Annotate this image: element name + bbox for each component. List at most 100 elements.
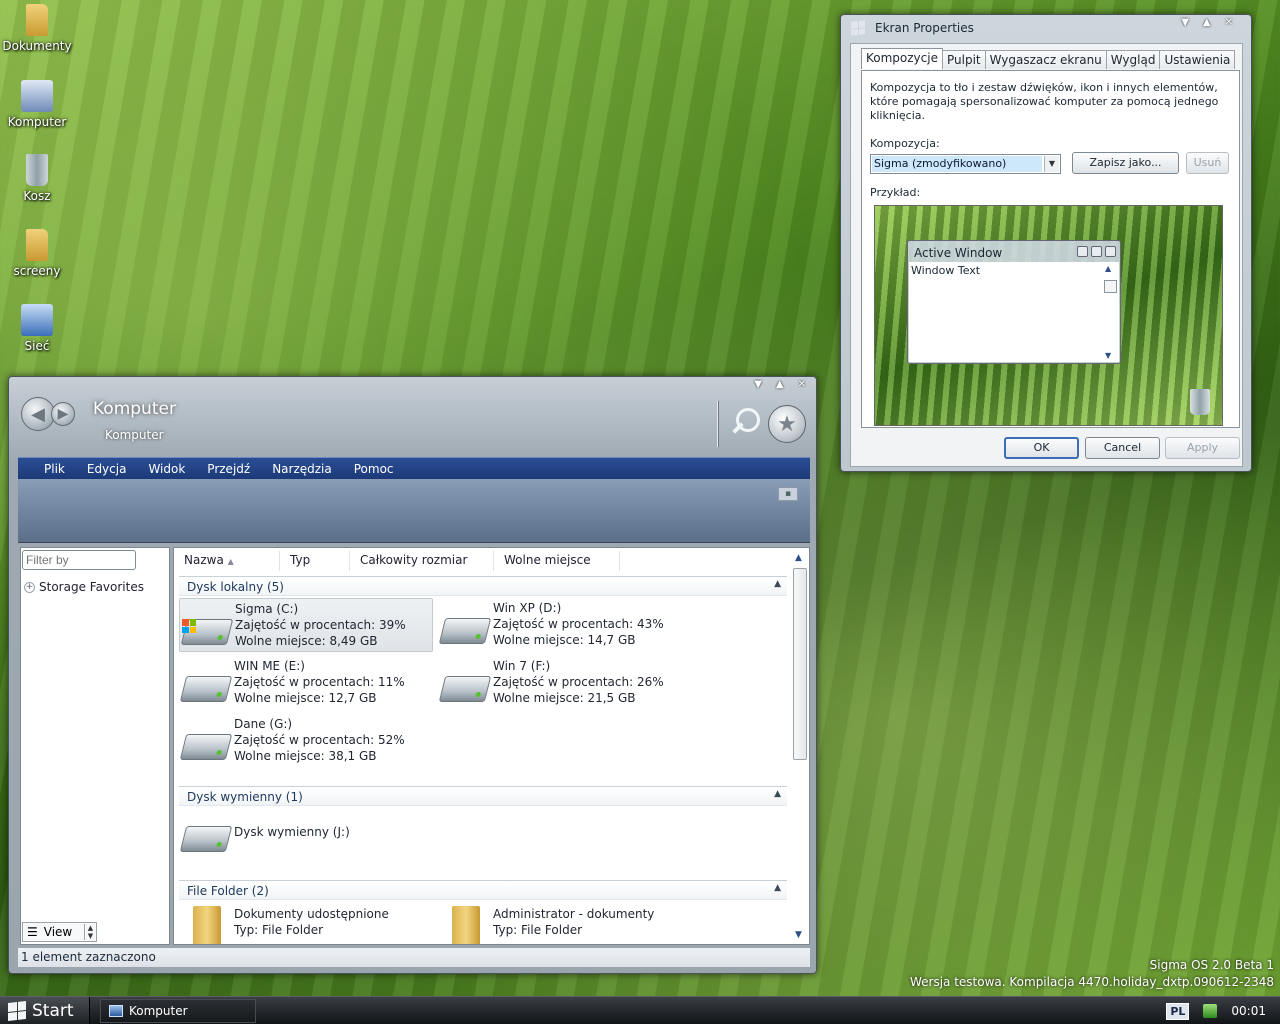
folder-name: Administrator - dokumenty xyxy=(493,907,655,921)
drive-item-c[interactable]: Sigma (C:) Zajętość w procentach: 39% Wo… xyxy=(179,598,433,652)
scroll-thumb[interactable] xyxy=(793,568,807,760)
desktop-icon-komputer[interactable]: Komputer xyxy=(2,80,72,129)
tab-pulpit[interactable]: Pulpit xyxy=(941,50,986,69)
collapse-icon[interactable]: ▲ xyxy=(774,883,781,893)
column-rozmiar[interactable]: Całkowity rozmiar xyxy=(350,551,494,571)
hard-drive-icon xyxy=(438,618,492,644)
folder-icon xyxy=(452,906,480,944)
folder-type: Typ: File Folder xyxy=(234,923,324,937)
system-tray: PL 00:01 xyxy=(1166,997,1280,1024)
menu-plik[interactable]: Plik xyxy=(33,462,76,476)
scroll-up-icon[interactable]: ▲ xyxy=(795,553,802,563)
view-list-icon: ☰ xyxy=(27,925,38,939)
menu-edycja[interactable]: Edycja xyxy=(76,462,138,476)
drive-free: Wolne miejsce: 14,7 GB xyxy=(493,633,636,647)
address-breadcrumb[interactable]: Komputer xyxy=(105,428,164,442)
column-wolne[interactable]: Wolne miejsce xyxy=(494,551,620,571)
scroll-down-icon[interactable]: ▼ xyxy=(795,930,802,940)
computer-icon xyxy=(21,80,53,112)
group-header-folders[interactable]: File Folder (2) ▲ xyxy=(179,880,787,900)
explorer-window[interactable]: ▼ ▲ ✕ ◀ ▶ Komputer Komputer ★ Plik Edycj… xyxy=(8,376,817,974)
vertical-scrollbar[interactable]: ▲ ▼ xyxy=(791,548,809,944)
hard-drive-icon xyxy=(179,676,233,702)
filter-input[interactable] xyxy=(22,550,136,570)
theme-select-value: Sigma (zmodyfikowano) xyxy=(872,156,1042,172)
dialog-body: Kompozycje Pulpit Wygaszacz ekranu Wyglą… xyxy=(850,43,1243,467)
status-bar: 1 element zaznaczono xyxy=(18,947,810,967)
folder-item-admin[interactable]: Administrator - dokumenty Typ: File Fold… xyxy=(438,904,692,944)
view-button[interactable]: ☰ View ▲ ▼ xyxy=(22,922,97,942)
apply-button[interactable]: Apply xyxy=(1165,437,1240,459)
search-icon[interactable] xyxy=(728,406,760,442)
star-icon: ★ xyxy=(777,411,797,437)
close-button[interactable]: ✕ xyxy=(1225,17,1233,28)
group-header-removable[interactable]: Dysk wymienny (1) ▲ xyxy=(179,786,787,806)
maximize-button[interactable]: ▲ xyxy=(776,379,784,390)
column-nazwa[interactable]: Nazwa ▲ xyxy=(174,551,280,571)
drive-name: Dysk wymienny (J:) xyxy=(234,825,350,839)
expand-icon[interactable]: + xyxy=(24,581,35,593)
drive-item-g[interactable]: Dane (G:) Zajętość w procentach: 52% Wol… xyxy=(179,714,433,768)
group-header-local[interactable]: Dysk lokalny (5) ▲ xyxy=(179,576,787,596)
tab-wygaszacz[interactable]: Wygaszacz ekranu xyxy=(984,50,1107,69)
save-as-button[interactable]: Zapisz jako... xyxy=(1072,152,1179,174)
ok-button[interactable]: OK xyxy=(1004,437,1079,459)
minimize-button[interactable]: ▼ xyxy=(1181,17,1189,28)
desktop-icon-dokumenty[interactable]: Dokumenty xyxy=(2,4,72,53)
window-controls: ▼ ▲ ✕ xyxy=(754,379,806,390)
display-properties-dialog[interactable]: Ekran Properties ▼ ▲ ✕ Kompozycje Pulpit… xyxy=(840,14,1252,472)
file-list: Nazwa ▲ Typ Całkowity rozmiar Wolne miej… xyxy=(173,547,810,945)
drive-item-e[interactable]: WIN ME (E:) Zajętość w procentach: 11% W… xyxy=(179,656,433,710)
forward-button[interactable]: ▶ xyxy=(51,402,75,426)
close-button[interactable]: ✕ xyxy=(798,379,806,390)
column-headers: Nazwa ▲ Typ Całkowity rozmiar Wolne miej… xyxy=(174,551,620,571)
cancel-button[interactable]: Cancel xyxy=(1085,437,1160,459)
tab-wyglad[interactable]: Wygląd xyxy=(1105,50,1161,69)
folder-item-shared[interactable]: Dokumenty udostępnione Typ: File Folder xyxy=(179,904,433,944)
forward-arrow-icon: ▶ xyxy=(57,406,69,422)
menu-przejdz[interactable]: Przejdź xyxy=(196,462,261,476)
desktop-icon-label: Dokumenty xyxy=(2,39,72,53)
network-status-icon[interactable] xyxy=(1203,1004,1218,1018)
menu-widok[interactable]: Widok xyxy=(137,462,196,476)
desktop-icon-siec[interactable]: Sieć xyxy=(2,304,72,353)
drive-usage: Zajętość w procentach: 52% xyxy=(234,733,405,747)
back-button[interactable]: ◀ xyxy=(21,397,55,431)
desktop-icon-screeny[interactable]: screeny xyxy=(2,229,72,278)
clock[interactable]: 00:01 xyxy=(1231,1004,1266,1018)
build-watermark: Sigma OS 2.0 Beta 1 Wersja testowa. Komp… xyxy=(910,957,1274,991)
drive-item-j[interactable]: Dysk wymienny (J:) xyxy=(179,806,433,860)
theme-select[interactable]: Sigma (zmodyfikowano) ▼ xyxy=(870,154,1061,174)
drive-free: Wolne miejsce: 38,1 GB xyxy=(234,749,377,763)
minimize-button[interactable]: ▼ xyxy=(754,379,762,390)
watermark-line-1: Sigma OS 2.0 Beta 1 xyxy=(1149,958,1274,972)
drive-item-d[interactable]: Win XP (D:) Zajętość w procentach: 43% W… xyxy=(438,598,692,652)
start-button[interactable]: Start xyxy=(0,997,90,1024)
theme-description: Kompozycja to tło i zestaw dźwięków, iko… xyxy=(870,81,1219,122)
drive-name: Win 7 (F:) xyxy=(493,659,551,673)
tab-kompozycje[interactable]: Kompozycje xyxy=(861,48,943,69)
drive-item-f[interactable]: Win 7 (F:) Zajętość w procentach: 26% Wo… xyxy=(438,656,692,710)
desktop-icon-kosz[interactable]: Kosz xyxy=(2,154,72,203)
tab-ustawienia[interactable]: Ustawienia xyxy=(1159,50,1236,69)
drive-usage: Zajętość w procentach: 43% xyxy=(493,617,664,631)
delete-button[interactable]: Usuń xyxy=(1186,152,1229,174)
folder-name: Dokumenty udostępnione xyxy=(234,907,389,921)
storage-favorites-item[interactable]: + Storage Favorites xyxy=(24,580,144,594)
language-indicator[interactable]: PL xyxy=(1166,1002,1190,1020)
view-spinner-icon[interactable]: ▲ ▼ xyxy=(84,924,96,940)
drive-usage: Zajętość w procentach: 26% xyxy=(493,675,664,689)
taskbar-item-komputer[interactable]: Komputer xyxy=(100,999,256,1023)
maximize-button[interactable]: ▲ xyxy=(1203,17,1211,28)
chevron-down-icon[interactable]: ▼ xyxy=(1044,156,1059,172)
options-icon[interactable]: ▪ xyxy=(778,487,798,501)
theme-preview: Active Window Window Text ▲ ▼ xyxy=(874,205,1223,426)
column-typ[interactable]: Typ xyxy=(280,551,350,571)
favorites-button[interactable]: ★ xyxy=(768,405,806,443)
sort-ascending-icon: ▲ xyxy=(227,557,234,566)
menu-pomoc[interactable]: Pomoc xyxy=(343,462,405,476)
collapse-icon[interactable]: ▲ xyxy=(774,789,781,799)
menu-narzedzia[interactable]: Narzędzia xyxy=(261,462,343,476)
collapse-icon[interactable]: ▲ xyxy=(774,579,781,589)
folder-type: Typ: File Folder xyxy=(493,923,583,937)
